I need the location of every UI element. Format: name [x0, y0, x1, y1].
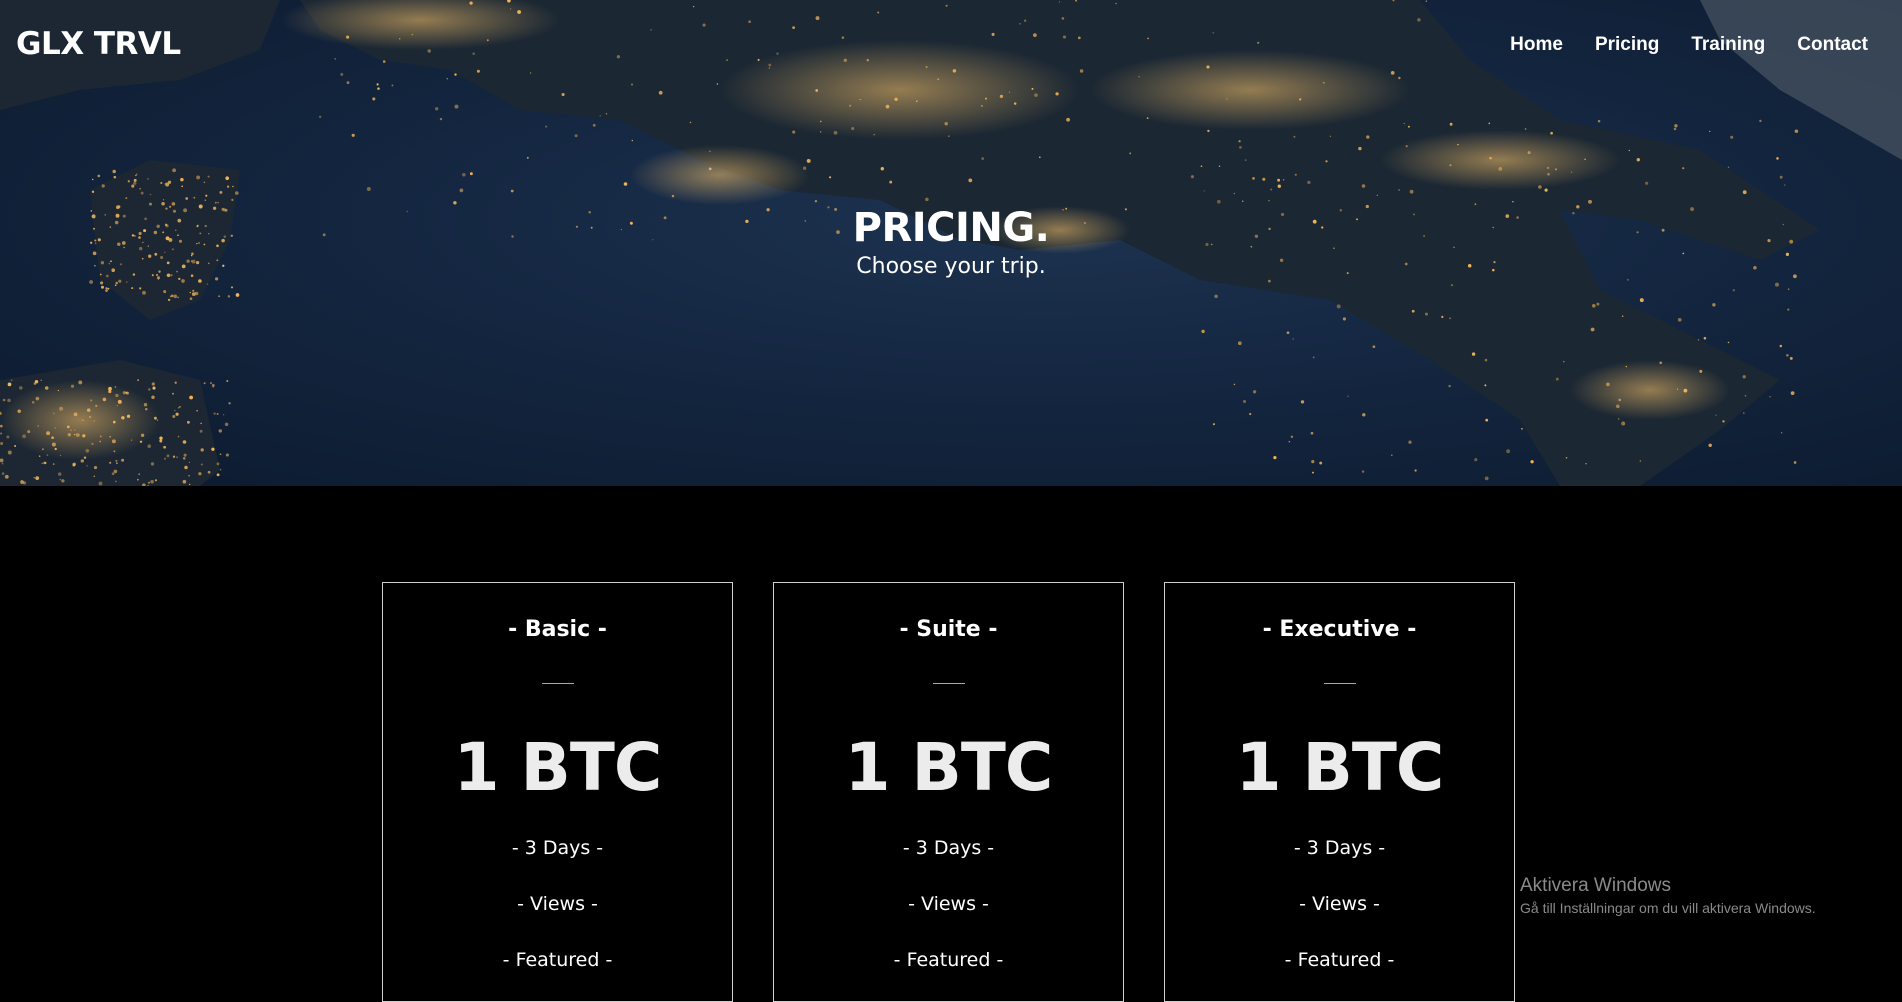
pricing-cards: - Basic - 1 BTC - 3 Days - - Views - - F… [382, 582, 1515, 1002]
watermark-title: Aktivera Windows [1520, 875, 1671, 896]
nav-training-link[interactable]: Training [1691, 34, 1765, 56]
nav-home-link[interactable]: Home [1510, 34, 1563, 56]
pricing-card-executive[interactable]: - Executive - 1 BTC - 3 Days - - Views -… [1164, 582, 1515, 1002]
pricing-card-suite[interactable]: - Suite - 1 BTC - 3 Days - - Views - - F… [773, 582, 1124, 1002]
plan-price: 1 BTC [453, 729, 663, 806]
watermark-subtitle: Gå till Inställningar om du vill aktiver… [1520, 900, 1816, 916]
plan-price: 1 BTC [1235, 729, 1445, 806]
hero-banner: GLX TRVL Home Pricing Training Contact P… [0, 0, 1902, 486]
divider [541, 683, 574, 684]
plan-name: - Suite - [899, 617, 998, 642]
nav-contact-link[interactable]: Contact [1797, 34, 1868, 56]
plan-feature: - 3 Days - [511, 837, 604, 859]
page-title: PRICING. [852, 205, 1050, 251]
pricing-card-basic[interactable]: - Basic - 1 BTC - 3 Days - - Views - - F… [382, 582, 733, 1002]
divider [1323, 683, 1356, 684]
main-nav: Home Pricing Training Contact [1510, 34, 1868, 56]
plan-feature: - Featured - [1284, 949, 1395, 971]
plan-feature: - 3 Days - [902, 837, 995, 859]
plan-feature: - Views - [517, 893, 598, 915]
divider [932, 683, 965, 684]
nav-pricing-link[interactable]: Pricing [1595, 34, 1659, 56]
plan-feature: - Featured - [893, 949, 1004, 971]
windows-activation-watermark: Aktivera Windows Gå till Inställningar o… [1520, 875, 1816, 916]
plan-price: 1 BTC [844, 729, 1054, 806]
plan-feature: - Views - [1299, 893, 1380, 915]
plan-name: - Basic - [508, 617, 607, 642]
plan-feature: - Featured - [502, 949, 613, 971]
page-subtitle: Choose your trip. [856, 254, 1046, 279]
plan-name: - Executive - [1262, 617, 1417, 642]
site-logo[interactable]: GLX TRVL [16, 26, 181, 62]
plan-feature: - Views - [908, 893, 989, 915]
plan-feature: - 3 Days - [1293, 837, 1386, 859]
